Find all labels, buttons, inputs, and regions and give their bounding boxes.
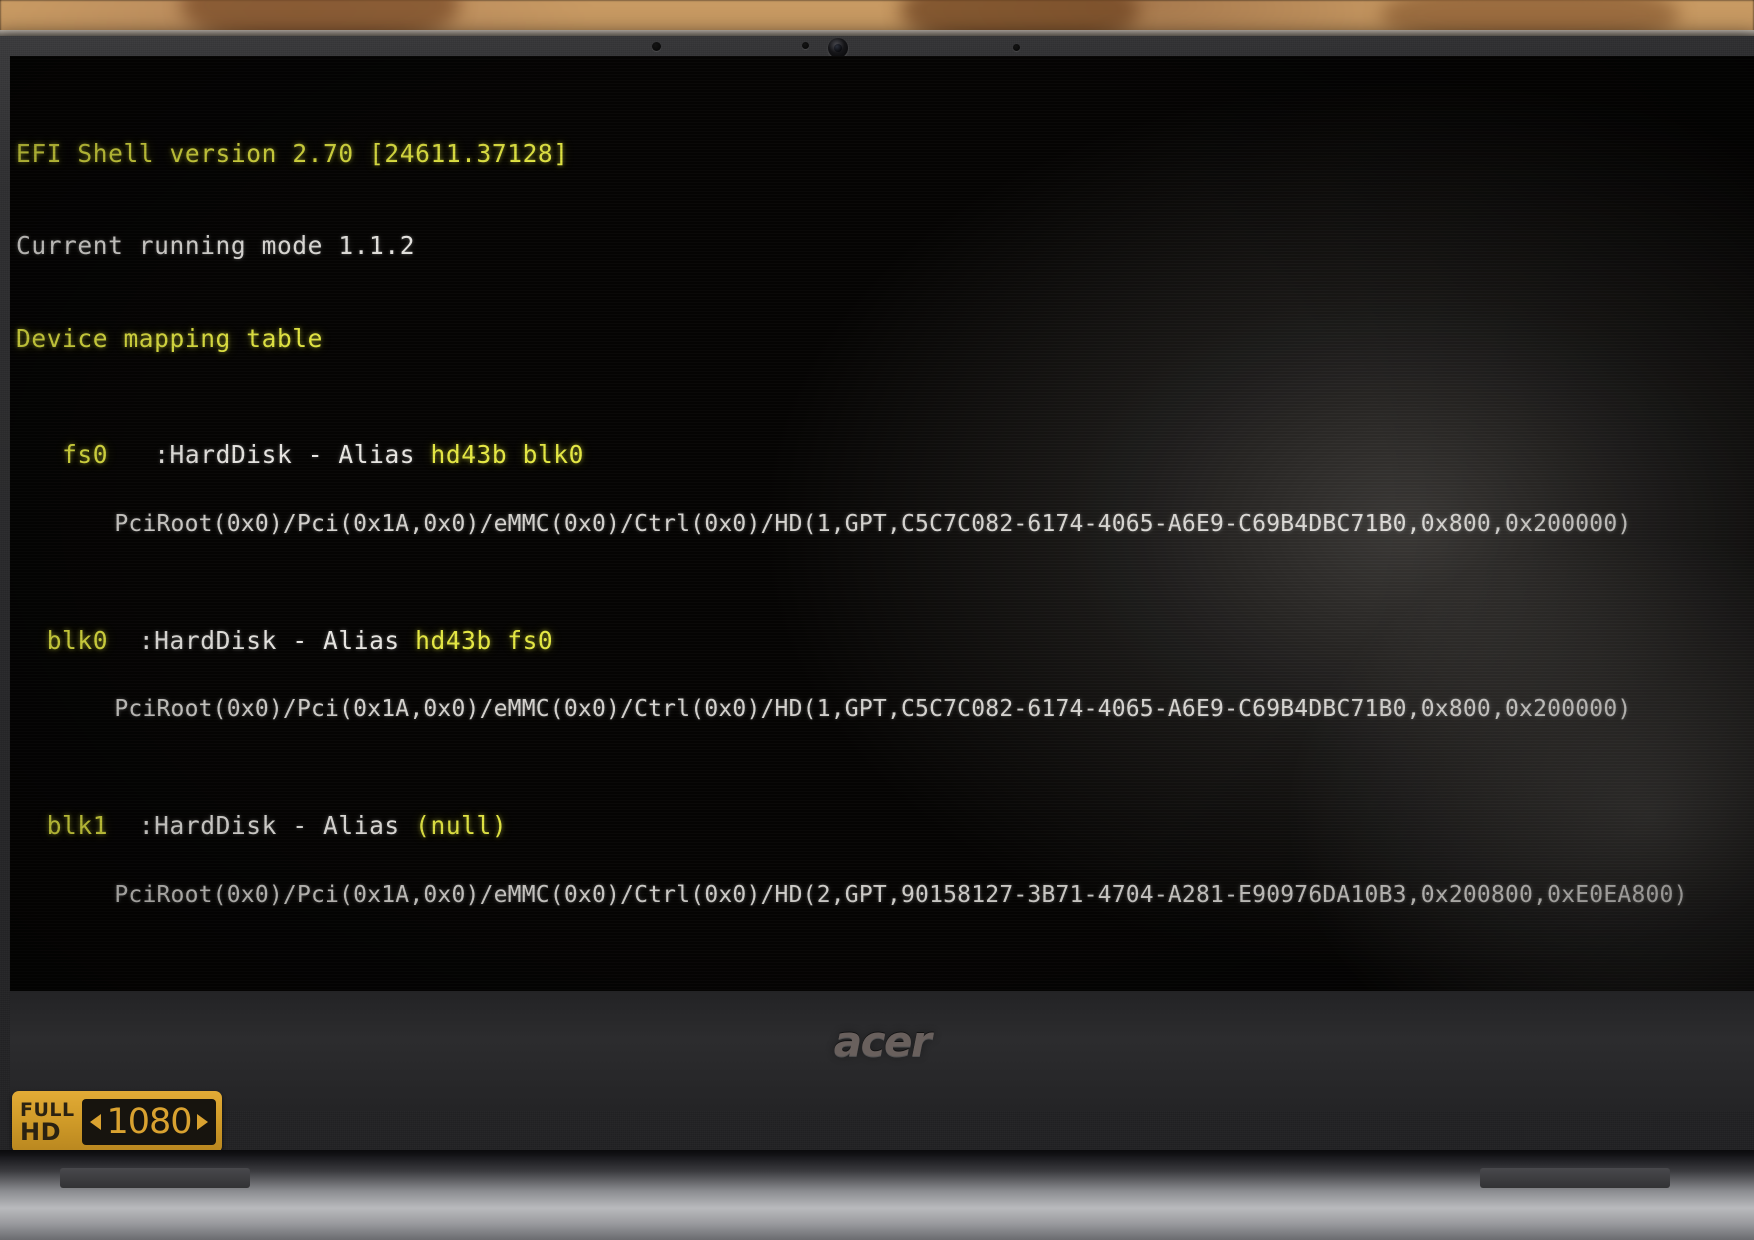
triangle-right-icon — [196, 1114, 208, 1130]
bottom-bezel: acer — [10, 991, 1754, 1111]
mapping-type-blk1: :HardDisk - Alias — [138, 811, 416, 841]
triangle-left-icon — [90, 1114, 101, 1130]
mapping-row-fs0: fs0 :HardDisk - Alias hd43b blk0 — [16, 440, 1754, 470]
efi-shell-console: EFI Shell version 2.70 [24611.37128] Cur… — [16, 72, 1754, 991]
running-mode-value: 1.1.2 — [338, 231, 416, 261]
webcam-icon — [828, 38, 848, 58]
status-pinhole — [1013, 44, 1020, 51]
mapping-type-blk0: :HardDisk - Alias — [138, 625, 416, 655]
mapping-alias-fs0: hd43b blk0 — [430, 440, 585, 470]
mapping-path-blk0-row: PciRoot(0x0)/Pci(0x1A,0x0)/eMMC(0x0)/Ctr… — [16, 698, 1754, 721]
mapping-path-blk0: PciRoot(0x0)/Pci(0x1A,0x0)/eMMC(0x0)/Ctr… — [114, 696, 1632, 723]
mapping-row-blk0: blk0 :HardDisk - Alias hd43b fs0 — [16, 625, 1754, 655]
mapping-type-fs0: :HardDisk - Alias — [154, 440, 431, 470]
microphone-pinhole-left — [652, 42, 661, 51]
mapping-row-blk1: blk1 :HardDisk - Alias (null) — [16, 811, 1754, 841]
mapping-path-fs0-row: PciRoot(0x0)/Pci(0x1A,0x0)/eMMC(0x0)/Ctr… — [16, 510, 1754, 537]
full-hd-text: FULL HD — [12, 1098, 82, 1146]
efi-version-label: EFI Shell version — [16, 138, 293, 168]
badge-hd-label: HD — [20, 1117, 62, 1146]
mapping-path-blk1-row: PciRoot(0x0)/Pci(0x1A,0x0)/eMMC(0x0)/Ctr… — [16, 881, 1754, 908]
laptop-screen: EFI Shell version 2.70 [24611.37128] Cur… — [10, 56, 1754, 991]
console-line-version: EFI Shell version 2.70 [24611.37128] — [16, 138, 1754, 168]
badge-resolution-panel: 1080 — [82, 1099, 216, 1145]
running-mode-label: Current running mode — [16, 231, 339, 261]
efi-version-value: 2.70 [24611.37128] — [292, 138, 569, 168]
device-mapping-table-title: Device mapping table — [16, 324, 324, 354]
mapping-name-fs0: fs0 — [62, 440, 109, 470]
photo-of-laptop-running-efi-shell: EFI Shell version 2.70 [24611.37128] Cur… — [0, 0, 1754, 1240]
badge-full-label: FULL — [20, 1098, 75, 1121]
mapping-alias-blk0: hd43b fs0 — [415, 625, 554, 655]
mapping-path-blk1: PciRoot(0x0)/Pci(0x1A,0x0)/eMMC(0x0)/Ctr… — [114, 881, 1688, 908]
laptop-foot-right — [1480, 1168, 1670, 1188]
full-hd-badge: FULL HD 1080 — [12, 1091, 222, 1153]
mapping-alias-blk1: (null) — [415, 811, 508, 841]
console-line-table-title: Device mapping table — [16, 324, 1754, 354]
mapping-name-blk1: blk1 — [46, 811, 109, 841]
mapping-path-fs0: PciRoot(0x0)/Pci(0x1A,0x0)/eMMC(0x0)/Ctr… — [114, 510, 1632, 537]
badge-resolution-value: 1080 — [106, 1101, 192, 1142]
mapping-name-blk0: blk0 — [46, 625, 109, 655]
laptop-foot-left — [60, 1168, 250, 1188]
microphone-pinhole-right — [802, 42, 809, 49]
acer-brand-logo: acer — [833, 1017, 932, 1066]
console-line-mode: Current running mode 1.1.2 — [16, 231, 1754, 261]
